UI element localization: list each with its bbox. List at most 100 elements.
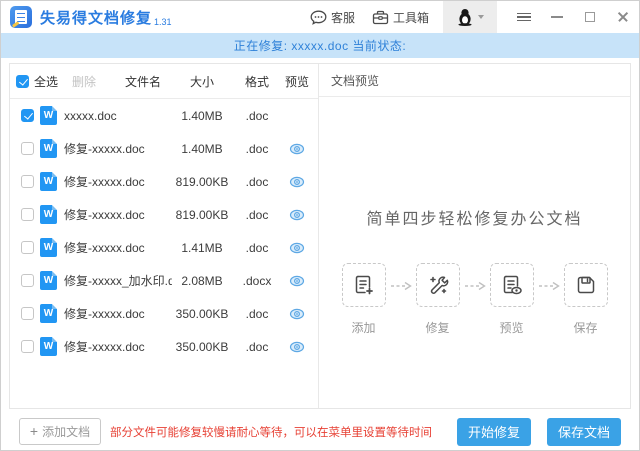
add-document-icon <box>352 273 376 297</box>
close-icon <box>617 11 629 23</box>
repair-warning-text: 部分文件可能修复较慢请耐心等待，可以在菜单里设置等待时间 <box>110 424 457 440</box>
row-checkbox[interactable] <box>21 175 34 188</box>
dashed-arrow-icon <box>538 280 560 292</box>
menu-button[interactable] <box>507 1 540 33</box>
add-document-label: 添加文档 <box>42 423 90 440</box>
close-button[interactable] <box>606 1 639 33</box>
preview-eye-cell[interactable] <box>282 274 312 288</box>
word-document-icon: W <box>40 238 57 257</box>
file-list-header: 全选 删除 文件名 大小 格式 预览 <box>10 64 318 99</box>
word-document-icon: W <box>40 304 57 323</box>
step-save-label: 保存 <box>573 319 597 336</box>
file-name: 修复-xxxxx.doc <box>64 239 172 256</box>
file-format: .doc <box>232 208 282 222</box>
preview-document-icon <box>500 273 524 297</box>
eye-icon <box>289 308 305 320</box>
preview-eye-cell[interactable] <box>282 340 312 354</box>
maximize-icon <box>585 12 595 22</box>
row-checkbox[interactable] <box>21 307 34 320</box>
eye-icon <box>289 143 305 155</box>
titlebar: 失易得文档修复 1.31 客服 工具箱 <box>1 1 639 33</box>
step-add-label: 添加 <box>351 319 375 336</box>
plus-icon: + <box>30 423 38 439</box>
app-title: 失易得文档修复 <box>40 7 152 28</box>
column-format: 格式 <box>232 73 282 90</box>
column-filename: 文件名 <box>125 73 161 90</box>
file-size: 1.40MB <box>172 142 232 156</box>
file-name: 修复-xxxxx.doc <box>64 305 172 322</box>
table-row[interactable]: W 修复-xxxxx.doc 350.00KB .doc <box>10 330 318 363</box>
app-window: 失易得文档修复 1.31 客服 工具箱 <box>0 0 640 451</box>
minimize-icon <box>551 16 563 18</box>
word-document-icon: W <box>40 271 57 290</box>
file-name: 修复-xxxxx.doc <box>64 206 172 223</box>
preview-eye-cell[interactable] <box>282 142 312 156</box>
dashed-arrow-icon <box>464 280 486 292</box>
select-all-label[interactable]: 全选 <box>34 73 58 90</box>
hamburger-menu-icon <box>517 11 531 24</box>
preview-eye-cell[interactable] <box>282 175 312 189</box>
customer-service-button[interactable]: 客服 <box>310 9 355 26</box>
preview-eye-cell[interactable] <box>282 208 312 222</box>
file-size: 350.00KB <box>172 307 232 321</box>
table-row[interactable]: W 修复-xxxxx.doc 1.41MB .doc <box>10 231 318 264</box>
eye-icon <box>289 341 305 353</box>
row-checkbox[interactable] <box>21 142 34 155</box>
file-name: 修复-xxxxx_加水印.docx <box>64 272 172 289</box>
maximize-button[interactable] <box>573 1 606 33</box>
row-checkbox[interactable] <box>21 274 34 287</box>
file-size: 2.08MB <box>172 274 232 288</box>
row-checkbox[interactable] <box>21 241 34 254</box>
table-row[interactable]: W 修复-xxxxx.doc 350.00KB .doc <box>10 297 318 330</box>
file-format: .doc <box>232 175 282 189</box>
step-repair-label: 修复 <box>425 319 449 336</box>
file-size: 1.41MB <box>172 241 232 255</box>
repair-status-bar: 正在修复: xxxxx.doc 当前状态: <box>1 33 639 58</box>
file-list-panel: 全选 删除 文件名 大小 格式 预览 W xxxxx.doc 1.40MB .d… <box>10 64 318 408</box>
file-size: 819.00KB <box>172 175 232 189</box>
add-document-button[interactable]: + 添加文档 <box>19 418 101 445</box>
row-checkbox[interactable] <box>21 340 34 353</box>
column-preview: 预览 <box>282 73 312 90</box>
file-size: 1.40MB <box>172 109 232 123</box>
table-row[interactable]: W 修复-xxxxx.doc 819.00KB .doc <box>10 165 318 198</box>
file-list-body: W xxxxx.doc 1.40MB .doc W 修复-xxxxx.doc 1… <box>10 99 318 408</box>
save-document-button[interactable]: 保存文档 <box>547 418 621 446</box>
row-checkbox[interactable] <box>21 109 34 122</box>
word-document-icon: W <box>40 106 57 125</box>
file-format: .docx <box>232 274 282 288</box>
app-logo-icon <box>10 6 32 28</box>
step-preview: 预览 <box>489 263 535 336</box>
delete-button[interactable]: 删除 <box>72 73 96 90</box>
start-repair-button[interactable]: 开始修复 <box>457 418 531 446</box>
eye-icon <box>289 209 305 221</box>
preview-eye-cell[interactable] <box>282 241 312 255</box>
eye-icon <box>289 275 305 287</box>
file-format: .doc <box>232 109 282 123</box>
toolbox-button[interactable]: 工具箱 <box>372 9 429 26</box>
chevron-down-icon <box>478 15 484 19</box>
toolbox-icon <box>372 10 389 25</box>
qq-login-button[interactable] <box>443 1 497 33</box>
file-name: xxxxx.doc <box>64 109 172 123</box>
table-row[interactable]: W 修复-xxxxx.doc 819.00KB .doc <box>10 198 318 231</box>
file-format: .doc <box>232 241 282 255</box>
select-all-checkbox[interactable] <box>16 75 29 88</box>
file-name: 修复-xxxxx.doc <box>64 338 172 355</box>
repair-tools-icon <box>426 273 450 297</box>
speech-bubble-icon <box>310 10 327 25</box>
minimize-button[interactable] <box>540 1 573 33</box>
word-document-icon: W <box>40 172 57 191</box>
file-size: 350.00KB <box>172 340 232 354</box>
step-preview-label: 预览 <box>499 319 523 336</box>
table-row[interactable]: W xxxxx.doc 1.40MB .doc <box>10 99 318 132</box>
bottom-bar: + 添加文档 部分文件可能修复较慢请耐心等待，可以在菜单里设置等待时间 开始修复… <box>1 411 639 451</box>
preview-eye-cell[interactable] <box>282 307 312 321</box>
repair-status-text: 正在修复: xxxxx.doc 当前状态: <box>234 37 407 54</box>
file-format: .doc <box>232 340 282 354</box>
file-name: 修复-xxxxx.doc <box>64 140 172 157</box>
row-checkbox[interactable] <box>21 208 34 221</box>
steps-headline: 简单四步轻松修复办公文档 <box>319 205 630 229</box>
table-row[interactable]: W 修复-xxxxx.doc 1.40MB .doc <box>10 132 318 165</box>
table-row[interactable]: W 修复-xxxxx_加水印.docx 2.08MB .docx <box>10 264 318 297</box>
